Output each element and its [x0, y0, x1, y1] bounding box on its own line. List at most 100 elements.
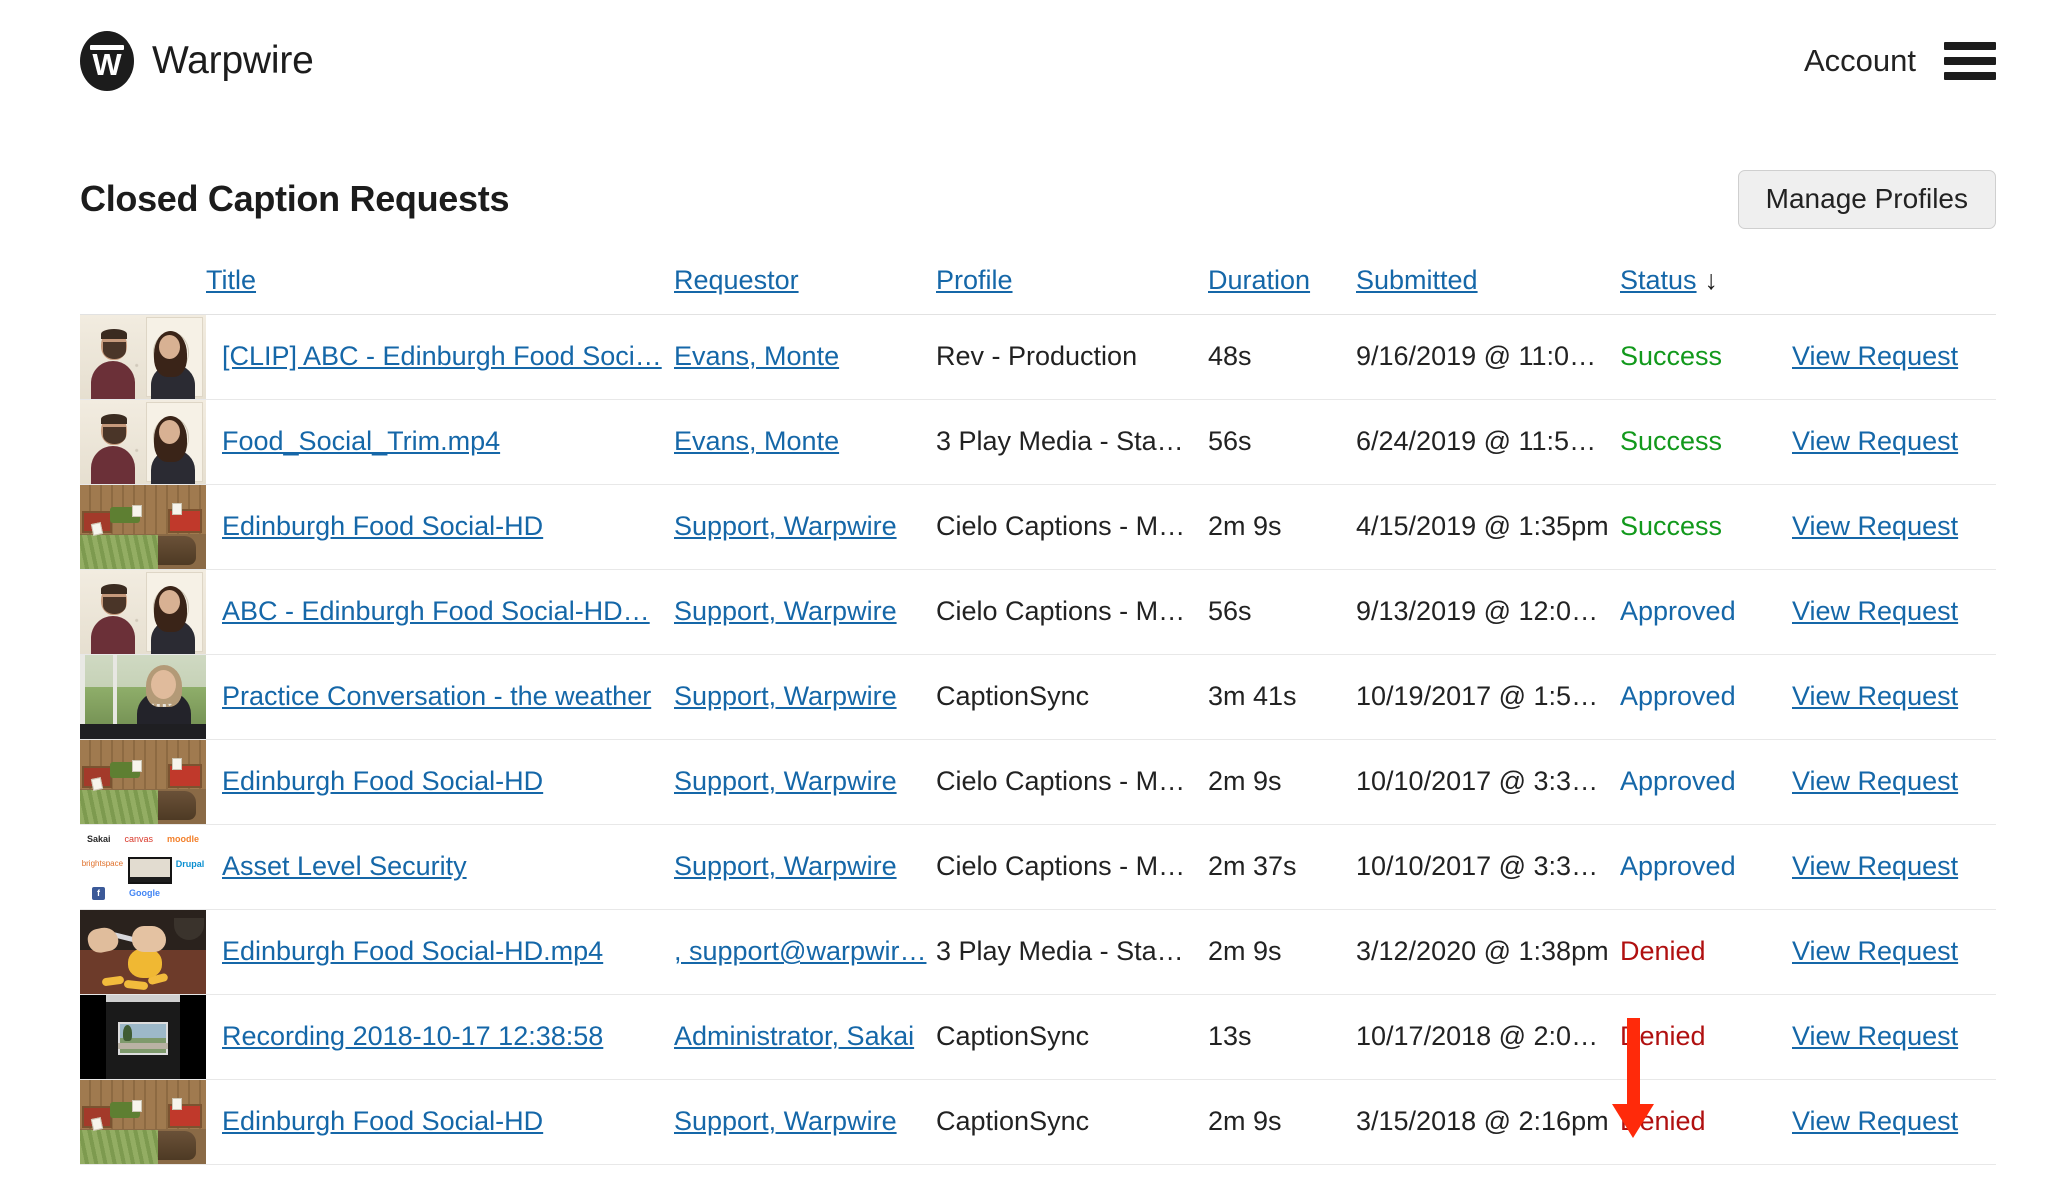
column-header-title: Title	[206, 250, 674, 315]
media-thumbnail[interactable]	[80, 484, 206, 569]
column-header-profile: Profile	[936, 250, 1208, 315]
logo-letter: W	[92, 47, 122, 82]
page-title: Closed Caption Requests	[80, 178, 510, 220]
cell-thumbnail	[80, 1079, 206, 1164]
cell-requestor: Support, Warpwire	[674, 484, 936, 569]
manage-profiles-button[interactable]: Manage Profiles	[1737, 170, 1996, 229]
requestor-link[interactable]: Support, Warpwire	[674, 851, 936, 882]
cell-profile: Rev - Production	[936, 314, 1208, 399]
cell-submitted: 6/24/2019 @ 11:5…	[1356, 399, 1620, 484]
table-row[interactable]: ABC - Edinburgh Food Social-HD… Support, …	[80, 569, 1996, 655]
media-title-link[interactable]: [CLIP] ABC - Edinburgh Food Soci…	[206, 341, 674, 372]
cell-view-request: View Request	[1792, 824, 1996, 909]
cell-title: Edinburgh Food Social-HD.mp4	[206, 909, 674, 994]
sort-by-status-link[interactable]: Status	[1620, 265, 1697, 295]
submitted-value: 10/10/2017 @ 3:3…	[1356, 851, 1599, 882]
cell-duration: 56s	[1208, 569, 1356, 654]
table-row[interactable]: Edinburgh Food Social-HD Support, Warpwir…	[80, 739, 1996, 825]
media-thumbnail[interactable]	[80, 314, 206, 399]
cell-profile: CaptionSync	[936, 654, 1208, 739]
media-thumbnail[interactable]	[80, 654, 206, 739]
requestor-link[interactable]: Support, Warpwire	[674, 681, 936, 712]
column-header-view	[1792, 250, 1996, 315]
closed-caption-requests-table: Title Requestor Profile Duration Submitt…	[80, 250, 1996, 1165]
view-request-link[interactable]: View Request	[1792, 426, 1958, 456]
profile-value: 3 Play Media - Sta…	[936, 936, 1184, 967]
duration-value: 3m 41s	[1208, 681, 1297, 712]
view-request-link[interactable]: View Request	[1792, 681, 1958, 711]
brand-logo-link[interactable]: W Warpwire	[80, 31, 314, 91]
cell-status: Success	[1620, 314, 1792, 399]
view-request-link[interactable]: View Request	[1792, 1021, 1958, 1051]
table-row[interactable]: Edinburgh Food Social-HD.mp4, support@wa…	[80, 909, 1996, 995]
sort-direction-arrow-icon: ↓	[1704, 264, 1719, 295]
requestor-link[interactable]: Support, Warpwire	[674, 766, 936, 797]
cell-submitted: 3/15/2018 @ 2:16pm	[1356, 1079, 1620, 1164]
sort-by-profile-link[interactable]: Profile	[936, 265, 1013, 295]
media-thumbnail[interactable]: Sakai canvas moodle brightspace Drupal f Googl…	[80, 824, 206, 909]
profile-value: Cielo Captions - M…	[936, 851, 1186, 882]
page-content: Closed Caption Requests Manage Profiles …	[0, 170, 2048, 1165]
sort-by-duration-link[interactable]: Duration	[1208, 265, 1310, 295]
table-row[interactable]: Edinburgh Food Social-HD Support, Warpwir…	[80, 484, 1996, 570]
cell-status: Approved	[1620, 739, 1792, 824]
view-request-link[interactable]: View Request	[1792, 1106, 1958, 1136]
requestor-link[interactable]: Administrator, Sakai	[674, 1021, 936, 1052]
cell-requestor: Evans, Monte	[674, 399, 936, 484]
submitted-value: 6/24/2019 @ 11:5…	[1356, 426, 1597, 457]
table-body: [CLIP] ABC - Edinburgh Food Soci… Evans, …	[80, 314, 1996, 1165]
media-title-link[interactable]: ABC - Edinburgh Food Social-HD…	[206, 596, 674, 627]
sort-by-title-link[interactable]: Title	[206, 265, 256, 295]
requestor-link[interactable]: Support, Warpwire	[674, 511, 936, 542]
requestor-link[interactable]: Evans, Monte	[674, 426, 936, 457]
cell-profile: Cielo Captions - M…	[936, 739, 1208, 824]
sort-by-requestor-link[interactable]: Requestor	[674, 265, 799, 295]
requestor-link[interactable]: , support@warpwir…	[674, 936, 936, 967]
submitted-value: 9/13/2019 @ 12:0…	[1356, 596, 1599, 627]
media-thumbnail[interactable]	[80, 1079, 206, 1164]
table-row[interactable]: [CLIP] ABC - Edinburgh Food Soci… Evans, …	[80, 314, 1996, 400]
table-row[interactable]: Sakai canvas moodle brightspace Drupal f Googl…	[80, 824, 1996, 910]
column-header-status: Status ↓	[1620, 250, 1792, 315]
media-thumbnail[interactable]	[80, 739, 206, 824]
media-title-link[interactable]: Edinburgh Food Social-HD	[206, 511, 674, 542]
media-title-link[interactable]: Asset Level Security	[206, 851, 674, 882]
profile-value: Cielo Captions - M…	[936, 766, 1186, 797]
view-request-link[interactable]: View Request	[1792, 936, 1958, 966]
media-thumbnail[interactable]	[80, 909, 206, 994]
table-row[interactable]: Recording 2018-10-17 12:38:58 Administrat…	[80, 994, 1996, 1080]
cell-status: Denied	[1620, 909, 1792, 994]
duration-value: 48s	[1208, 341, 1252, 372]
view-request-link[interactable]: View Request	[1792, 851, 1958, 881]
cell-status: Approved	[1620, 654, 1792, 739]
profile-value: Cielo Captions - M…	[936, 596, 1186, 627]
view-request-link[interactable]: View Request	[1792, 596, 1958, 626]
requestor-link[interactable]: Support, Warpwire	[674, 1106, 936, 1137]
media-thumbnail[interactable]	[80, 569, 206, 654]
media-title-link[interactable]: Edinburgh Food Social-HD	[206, 766, 674, 797]
column-header-requestor: Requestor	[674, 250, 936, 315]
media-thumbnail[interactable]	[80, 994, 206, 1079]
media-title-link[interactable]: Recording 2018-10-17 12:38:58	[206, 1021, 674, 1052]
media-thumbnail[interactable]	[80, 399, 206, 484]
media-title-link[interactable]: Practice Conversation - the weather	[206, 681, 674, 712]
account-link[interactable]: Account	[1804, 43, 1916, 79]
table-row[interactable]: Practice Conversation - the weather Suppo…	[80, 654, 1996, 740]
cell-thumbnail	[80, 569, 206, 654]
view-request-link[interactable]: View Request	[1792, 766, 1958, 796]
cell-title: [CLIP] ABC - Edinburgh Food Soci…	[206, 314, 674, 399]
media-title-link[interactable]: Edinburgh Food Social-HD.mp4	[206, 936, 674, 967]
media-title-link[interactable]: Edinburgh Food Social-HD	[206, 1106, 674, 1137]
duration-value: 2m 9s	[1208, 511, 1282, 542]
table-row[interactable]: Edinburgh Food Social-HD Support, Warpwir…	[80, 1079, 1996, 1165]
view-request-link[interactable]: View Request	[1792, 511, 1958, 541]
media-title-link[interactable]: Food_Social_Trim.mp4	[206, 426, 674, 457]
cell-view-request: View Request	[1792, 314, 1996, 399]
view-request-link[interactable]: View Request	[1792, 341, 1958, 371]
status-badge: Success	[1620, 341, 1723, 372]
requestor-link[interactable]: Evans, Monte	[674, 341, 936, 372]
sort-by-submitted-link[interactable]: Submitted	[1356, 265, 1478, 295]
hamburger-icon[interactable]	[1944, 41, 1996, 81]
table-row[interactable]: Food_Social_Trim.mp4 Evans, Monte 3 Play M…	[80, 399, 1996, 485]
requestor-link[interactable]: Support, Warpwire	[674, 596, 936, 627]
